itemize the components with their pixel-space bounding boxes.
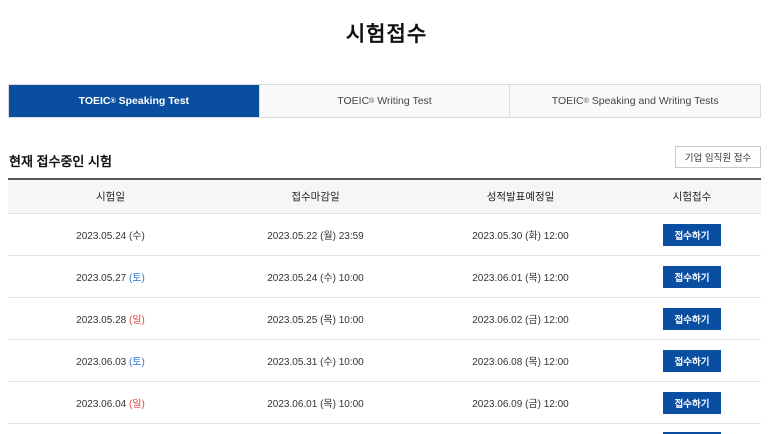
table-header-row: 시험일 접수마감일 성적발표예정일 시험접수 [8,180,761,214]
page-title: 시험접수 [345,23,428,46]
column-header-test-date: 시험일 [96,191,125,203]
tab-speaking-test[interactable]: TOEIC ® Speaking Test [9,85,259,117]
result-date-cell: 2023.06.08 (목) 12:00 [472,357,569,368]
table-row-partial [8,424,761,434]
tab-label: TOEIC [78,95,111,107]
table-row: 2023.06.04 (일) 2023.06.01 (목) 10:00 2023… [8,382,761,424]
deadline-cell: 2023.05.24 (수) 10:00 [267,273,364,284]
test-date-cell: 2023.05.27 (토) [8,269,213,284]
exam-schedule-table: 시험일 접수마감일 성적발표예정일 시험접수 2023.05.24 (수) 20… [8,178,761,434]
column-header-deadline: 접수마감일 [291,191,340,203]
apply-button[interactable]: 접수하기 [663,349,721,372]
apply-button[interactable]: 접수하기 [663,265,721,288]
section-title: 현재 접수중인 시험 [9,154,112,169]
tab-label-suffix: Speaking Test [115,95,190,107]
test-day: (일) [128,315,145,326]
tab-label: TOEIC [337,95,370,107]
deadline-cell: 2023.06.01 (목) 10:00 [267,399,364,410]
apply-cell: 접수하기 [623,391,761,414]
test-date: 2023.05.28 [76,315,129,326]
tab-label-suffix: Writing Test [374,95,432,107]
test-type-tabs: TOEIC ® Speaking Test TOEIC ® Writing Test… [8,84,761,118]
test-date-cell: 2023.06.03 (토) [8,353,213,368]
result-date-cell: 2023.06.02 (금) 12:00 [472,315,569,326]
tab-label-suffix: Speaking and Writing Tests [588,95,719,107]
result-date-cell: 2023.05.30 (화) 12:00 [472,231,569,242]
deadline-cell: 2023.05.31 (수) 10:00 [267,357,364,368]
table-row: 2023.05.24 (수) 2023.05.22 (월) 23:59 2023… [8,214,761,256]
deadline-cell: 2023.05.25 (목) 10:00 [267,315,364,326]
test-day: (토) [128,273,145,284]
apply-cell: 접수하기 [623,223,761,246]
corporate-registration-button[interactable]: 기업 임직원 접수 [675,146,761,168]
table-row: 2023.06.03 (토) 2023.05.31 (수) 10:00 2023… [8,340,761,382]
test-day: (토) [128,357,145,368]
tab-speaking-and-writing-tests[interactable]: TOEIC ® Speaking and Writing Tests [509,85,761,117]
test-date-cell: 2023.05.24 (수) [8,227,213,242]
result-date-cell: 2023.06.09 (금) 12:00 [472,399,569,410]
test-date: 2023.06.04 [76,399,129,410]
apply-button[interactable]: 접수하기 [663,223,721,246]
tab-writing-test[interactable]: TOEIC ® Writing Test [258,85,510,117]
test-date: 2023.05.27 [76,273,129,284]
test-date: 2023.06.03 [76,357,129,368]
tab-label: TOEIC [551,95,584,107]
table-row: 2023.05.28 (일) 2023.05.25 (목) 10:00 2023… [8,298,761,340]
apply-cell: 접수하기 [623,307,761,330]
result-date-cell: 2023.06.01 (목) 12:00 [472,273,569,284]
apply-button[interactable]: 접수하기 [663,391,721,414]
apply-cell: 접수하기 [623,349,761,372]
apply-cell: 접수하기 [623,265,761,288]
table-row: 2023.05.27 (토) 2023.05.24 (수) 10:00 2023… [8,256,761,298]
test-date-cell: 2023.05.28 (일) [8,311,213,326]
test-day: (수) [128,231,145,242]
test-date: 2023.05.24 [76,231,129,242]
column-header-apply: 시험접수 [672,191,712,203]
deadline-cell: 2023.05.22 (월) 23:59 [267,231,364,242]
test-day: (일) [128,399,145,410]
apply-button[interactable]: 접수하기 [663,307,721,330]
test-date-cell: 2023.06.04 (일) [8,395,213,410]
column-header-result-date: 성적발표예정일 [486,191,555,203]
